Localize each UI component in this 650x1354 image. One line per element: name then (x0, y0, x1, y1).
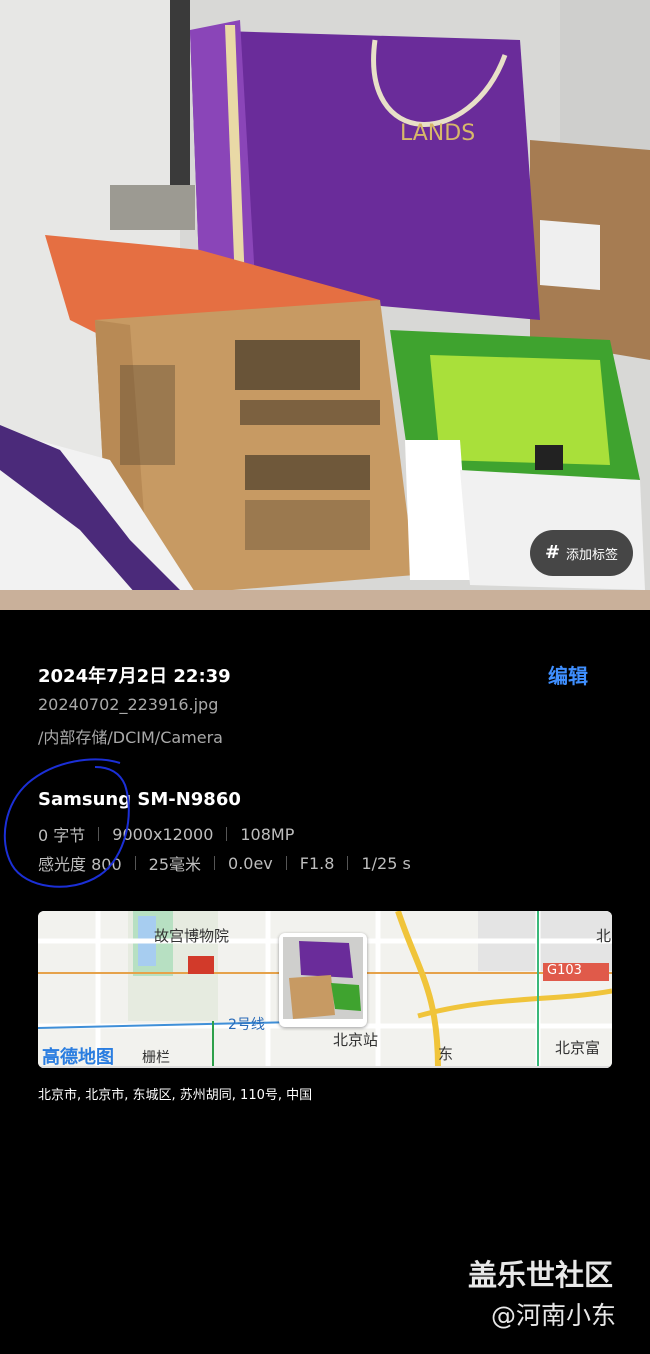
exposure-bias: 0.0ev (228, 853, 273, 873)
file-path: /内部存储/DCIM/Camera (38, 728, 223, 747)
map-label-beijing-fu: 北京富 (555, 1039, 601, 1057)
file-name: 20240702_223916.jpg (38, 695, 219, 714)
gaode-map-logo: 高德地图 (42, 1047, 114, 1068)
aperture: F1.8 (299, 853, 335, 873)
author-watermark: @河南小东 (491, 1301, 617, 1330)
map-photo-thumbnail (279, 933, 367, 1027)
add-tag-button[interactable]: # 添加标签 (530, 530, 633, 576)
add-tag-label: 添加标签 (566, 547, 619, 563)
edit-button[interactable]: 编辑 (548, 660, 588, 689)
hash-icon: # (544, 542, 561, 563)
map-label-g103: G103 (547, 963, 582, 978)
bag-brand-text: LANDS (400, 121, 475, 146)
community-watermark: 盖乐世社区 (468, 1258, 614, 1292)
divider (347, 856, 349, 870)
location-address: 北京市, 北京市, 东城区, 苏州胡同, 110号, 中国 (38, 1088, 313, 1103)
photo-image: LANDS (0, 0, 650, 610)
photo-datetime: 2024年7月2日 22:39 (38, 666, 231, 687)
divider (214, 856, 216, 870)
map-label-bei: 北 (596, 927, 612, 945)
map-label-palace: 故宫博物院 (154, 927, 230, 945)
photo-preview[interactable]: LANDS # 添加标签 (0, 0, 650, 610)
map-label-east: 东 (438, 1045, 454, 1063)
details-panel: 2024年7月2日 22:39 编辑 20240702_223916.jpg /… (0, 610, 650, 1354)
map-label-station: 北京站 (333, 1031, 379, 1049)
divider (226, 827, 228, 841)
focal-length: 25毫米 (148, 855, 202, 874)
divider (285, 856, 287, 870)
shutter-speed: 1/25 s (361, 853, 411, 873)
location-map[interactable]: 故宫博物院 2号线 北京站 栅栏 G103 东 北京富 北 高德地图 (38, 911, 612, 1068)
thumbnail-image (283, 937, 363, 1019)
megapixels: 108MP (240, 824, 295, 844)
annotation-circle (3, 758, 130, 888)
map-label-dashilan: 栅栏 (142, 1050, 170, 1066)
map-label-line2: 2号线 (228, 1017, 265, 1033)
